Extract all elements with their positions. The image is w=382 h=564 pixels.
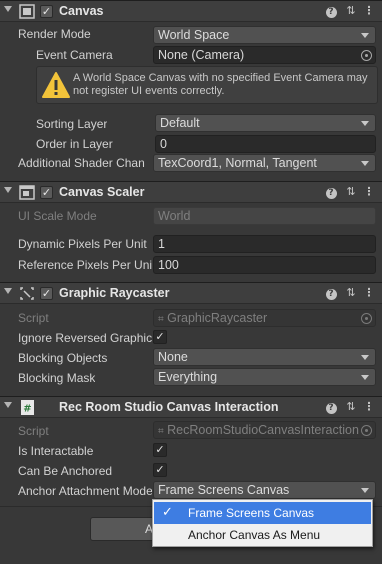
object-picker-icon[interactable] [361, 50, 372, 61]
popup-option-anchor-menu[interactable]: Anchor Canvas As Menu [154, 524, 371, 546]
blocking-objects-value: None [158, 350, 188, 364]
canvas-title: Canvas [59, 4, 104, 18]
blocking-objects-label: Blocking Objects [18, 351, 108, 365]
canvas-scaler-icon [19, 185, 35, 200]
render-mode-value: World Space [158, 28, 230, 42]
order-in-layer-field[interactable]: 0 [155, 135, 376, 153]
ui-scale-mode-value: World [158, 209, 191, 223]
chevron-down-icon [361, 355, 369, 360]
fold-arrow-icon[interactable] [4, 6, 12, 12]
fold-arrow-icon[interactable] [4, 187, 12, 193]
reference-pixels-field[interactable]: 100 [153, 256, 376, 274]
reference-pixels-value: 100 [158, 258, 179, 272]
popup-option-frame-screens[interactable]: ✓ Frame Screens Canvas [154, 502, 371, 524]
warning-helpbox: A World Space Canvas with no specified E… [36, 66, 378, 104]
popup-option-label: Frame Screens Canvas [188, 506, 315, 520]
kebab-menu-icon[interactable]: ⋮ [362, 400, 376, 414]
chevron-down-icon [361, 121, 369, 126]
blocking-mask-dropdown[interactable]: Everything [153, 368, 376, 386]
canvas-enabled-checkbox[interactable]: ✓ [40, 5, 53, 18]
is-interactable-label: Is Interactable [18, 444, 94, 458]
anchor-mode-popup-menu: ✓ Frame Screens Canvas Anchor Canvas As … [152, 499, 373, 547]
object-picker-icon [361, 425, 372, 436]
can-be-anchored-checkbox[interactable]: ✓ [153, 463, 167, 477]
canvas-scaler-title: Canvas Scaler [59, 185, 145, 199]
shader-channels-label: Additional Shader Chan [18, 156, 145, 170]
anchor-mode-dropdown[interactable]: Frame Screens Canvas [153, 481, 376, 499]
warning-text: A World Space Canvas with no specified E… [73, 72, 368, 97]
kebab-menu-icon[interactable]: ⋮ [362, 185, 376, 199]
raycaster-icon [20, 287, 34, 300]
kebab-menu-icon[interactable]: ⋮ [362, 286, 376, 300]
help-icon[interactable]: ? [324, 4, 338, 18]
event-camera-label: Event Camera [36, 48, 113, 62]
help-icon[interactable]: ? [324, 286, 338, 300]
preset-icon[interactable]: ⇅ [344, 4, 358, 18]
canvas-scaler-component-header[interactable]: ✓ Canvas Scaler ? ⇅ ⋮ [0, 181, 382, 203]
dynamic-pixels-value: 1 [158, 237, 165, 251]
fold-arrow-icon[interactable] [4, 402, 12, 408]
rec-room-script-field: ⌗ RecRoomStudioCanvasInteraction [153, 421, 376, 439]
chevron-down-icon [361, 488, 369, 493]
reference-pixels-label: Reference Pixels Per Unit [18, 258, 152, 272]
canvas-component-icon [19, 4, 35, 19]
sorting-layer-label: Sorting Layer [36, 117, 108, 131]
help-icon[interactable]: ? [324, 185, 338, 199]
graphic-raycaster-enabled-checkbox[interactable]: ✓ [40, 287, 53, 300]
script-icon: ⌗ [158, 426, 164, 437]
checkmark-icon: ✓ [162, 505, 173, 520]
csharp-script-icon: # [21, 400, 34, 415]
rec-room-script-value: RecRoomStudioCanvasInteraction [167, 423, 359, 437]
event-camera-value: None (Camera) [158, 48, 245, 62]
shader-channels-value: TexCoord1, Normal, Tangent [158, 156, 317, 170]
blocking-mask-value: Everything [158, 370, 218, 384]
raycaster-script-label: Script [18, 311, 49, 325]
dynamic-pixels-label: Dynamic Pixels Per Unit [18, 237, 147, 251]
ignore-reversed-checkbox[interactable]: ✓ [153, 330, 167, 344]
rec-room-script-label: Script [18, 424, 49, 438]
event-camera-field[interactable]: None (Camera) [153, 46, 376, 64]
dynamic-pixels-field[interactable]: 1 [153, 235, 376, 253]
preset-icon[interactable]: ⇅ [344, 286, 358, 300]
graphic-raycaster-title: Graphic Raycaster [59, 286, 170, 300]
popup-option-label: Anchor Canvas As Menu [188, 528, 321, 542]
warning-icon [42, 72, 70, 98]
raycaster-script-value: GraphicRaycaster [167, 311, 268, 325]
preset-icon[interactable]: ⇅ [344, 185, 358, 199]
rec-room-component-header[interactable]: # Rec Room Studio Canvas Interaction ? ⇅… [0, 396, 382, 418]
is-interactable-checkbox[interactable]: ✓ [153, 443, 167, 457]
order-in-layer-label: Order in Layer [36, 137, 113, 151]
render-mode-label: Render Mode [18, 27, 91, 41]
canvas-component-header[interactable]: ✓ Canvas ? ⇅ ⋮ [0, 0, 382, 22]
order-in-layer-value: 0 [160, 137, 167, 151]
ui-scale-mode-label: UI Scale Mode [18, 209, 97, 223]
svg-text:#: # [23, 404, 31, 415]
can-be-anchored-label: Can Be Anchored [18, 464, 113, 478]
graphic-raycaster-component-header[interactable]: ✓ Graphic Raycaster ? ⇅ ⋮ [0, 282, 382, 304]
blocking-objects-dropdown[interactable]: None [153, 348, 376, 366]
raycaster-script-field: ⌗ GraphicRaycaster [153, 309, 376, 327]
chevron-down-icon [361, 161, 369, 166]
help-icon[interactable]: ? [324, 400, 338, 414]
script-icon: ⌗ [158, 314, 164, 325]
object-picker-icon [361, 313, 372, 324]
ignore-reversed-label: Ignore Reversed Graphics [18, 331, 152, 345]
chevron-down-icon [361, 375, 369, 380]
fold-arrow-icon[interactable] [4, 288, 12, 294]
render-mode-dropdown[interactable]: World Space [153, 26, 376, 44]
canvas-scaler-enabled-checkbox[interactable]: ✓ [40, 186, 53, 199]
preset-icon[interactable]: ⇅ [344, 400, 358, 414]
anchor-mode-value: Frame Screens Canvas [158, 483, 290, 497]
sorting-layer-value: Default [160, 116, 200, 130]
shader-channels-dropdown[interactable]: TexCoord1, Normal, Tangent [153, 154, 376, 172]
sorting-layer-dropdown[interactable]: Default [155, 114, 376, 132]
chevron-down-icon [361, 33, 369, 38]
kebab-menu-icon[interactable]: ⋮ [362, 4, 376, 18]
ui-scale-mode-dropdown: World [153, 207, 376, 225]
anchor-mode-label: Anchor Attachment Mode [18, 484, 152, 498]
rec-room-title: Rec Room Studio Canvas Interaction [59, 400, 279, 414]
blocking-mask-label: Blocking Mask [18, 371, 96, 385]
